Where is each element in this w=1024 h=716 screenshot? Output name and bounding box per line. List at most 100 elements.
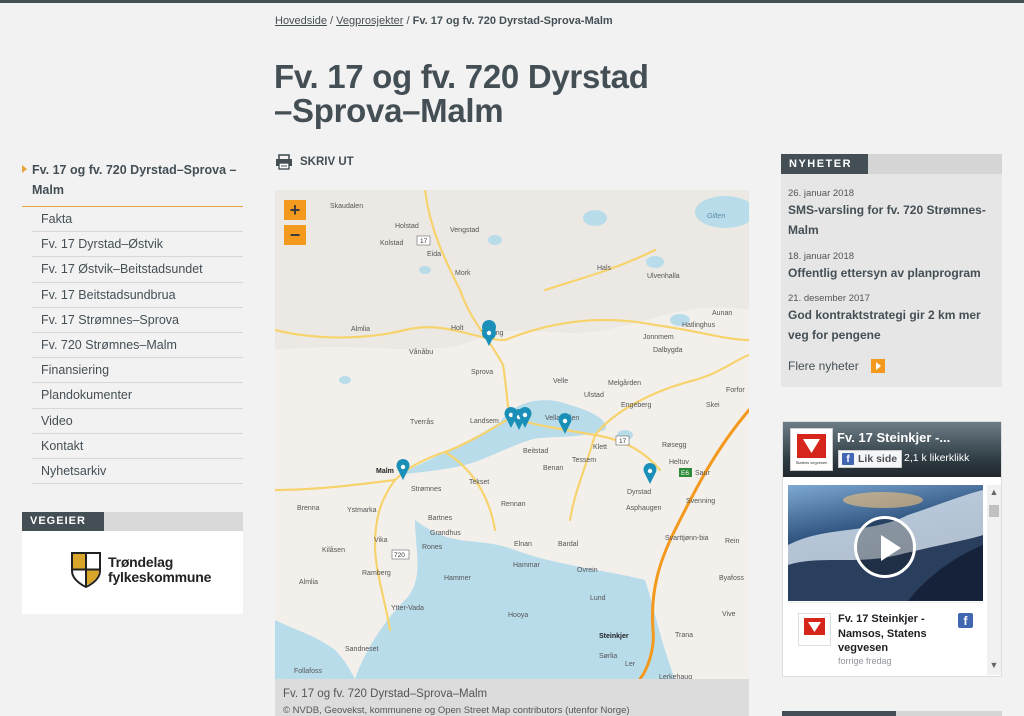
map-credit: © NVDB, Geovekst, kommunene og Open Stre… [283,705,630,716]
post-time: forrige fredag [838,656,892,666]
news-title-link[interactable]: God kontraktstrategi gir 2 km mer veg fo… [788,305,993,345]
more-news-link[interactable]: Flere nyheter [788,359,885,373]
breadcrumb-home-link[interactable]: Hovedside [275,15,327,27]
news-item[interactable]: 21. desember 2017 God kontraktstrategi g… [788,293,993,345]
project-map[interactable]: 17 17 720 E6 Skaudalen Holstad Vengstad Gil… [275,190,749,679]
road-number-720: 720 [394,552,405,559]
map-place-label: Rones [422,544,443,551]
facebook-page-widget: Statens vegvesen Fv. 17 Steinkjer -... f… [782,421,1002,677]
map-place-label: Ulvenhalla [647,273,680,280]
page-title: Fv. 17 og fv. 720 Dyrstad –Sprova–Malm [274,60,744,128]
map-place-label: Landsem [470,418,499,425]
map-place-label: Svarttjønn-bia [665,535,709,542]
map-place-label: Trana [675,632,693,639]
map-place-label: Gilten [707,213,725,220]
map-place-label: Forfor [726,387,745,394]
map-place-label: Dyrstad [627,489,651,496]
facebook-f-icon[interactable]: f [958,613,973,628]
scrollbar-thumb[interactable] [989,505,999,517]
map-place-label: Vive [722,611,736,618]
news-item[interactable]: 26. januar 2018 SMS-varsling for fv. 720… [788,188,993,240]
facebook-like-count: 2,1 k likerklikk [904,452,970,464]
facebook-post[interactable]: Fv. 17 Steinkjer - Namsos, Statens vegve… [788,602,983,672]
facebook-page-avatar[interactable]: Statens vegvesen [790,428,833,471]
statens-vegvesen-logo-icon: Statens vegvesen [796,434,827,465]
scroll-up-icon[interactable]: ▲ [987,487,1001,497]
map-place-label: Holt [451,325,464,332]
facebook-video-thumbnail[interactable] [788,485,983,601]
news-date: 26. januar 2018 [788,188,855,199]
scroll-down-icon[interactable]: ▼ [987,660,1001,670]
map-place-label: Hammer [444,575,472,582]
news-item[interactable]: 18. januar 2018 Offentlig ettersyn av pl… [788,251,993,283]
map-place-label: Svenning [686,498,715,505]
map-place-label: Skei [706,402,720,409]
nav-item-active[interactable]: Fv. 17 og fv. 720 Dyrstad–Sprova –Malm [22,157,243,207]
map-place-label: Ramberg [362,570,391,577]
map-place-label: Kolstad [380,240,403,247]
left-navigation: Fv. 17 og fv. 720 Dyrstad–Sprova –Malm F… [22,157,243,485]
map-canvas[interactable]: 17 17 720 E6 Skaudalen Holstad Vengstad Gil… [275,190,749,679]
road-number-e6: E6 [681,470,689,477]
nav-item-fakta[interactable]: Fakta [32,207,243,233]
nav-item-nyhetsarkiv[interactable]: Nyhetsarkiv [32,459,243,485]
post-title[interactable]: Fv. 17 Steinkjer - Namsos, Statens vegve… [838,612,948,656]
map-place-label: Rein [725,538,740,545]
map-place-label: Rennan [501,501,526,508]
next-section-header [782,711,1002,716]
nav-item-ostvik-beitstadsundet[interactable]: Fv. 17 Østvik–Beitstadsundet [32,257,243,283]
map-place-label: Almlia [351,326,370,333]
facebook-cover[interactable]: Statens vegvesen Fv. 17 Steinkjer -... f… [783,422,1001,477]
news-title-link[interactable]: SMS-varsling for fv. 720 Strømnes-Malm [788,200,993,240]
nav-item-kontakt[interactable]: Kontakt [32,434,243,459]
print-button[interactable]: SKRIV UT [275,154,354,170]
map-place-label: Vika [374,537,388,544]
nav-item-video[interactable]: Video [32,409,243,434]
breadcrumb-projects-link[interactable]: Vegprosjekter [336,15,403,27]
breadcrumb-separator: / [326,15,337,27]
map-place-label: Engeberg [621,402,651,409]
map-place-label: Brenna [297,505,320,512]
nav-item-finansiering[interactable]: Finansiering [32,358,243,384]
facebook-like-button[interactable]: f Lik side [838,450,903,468]
nav-item-stromnes-malm[interactable]: Fv. 720 Strømnes–Malm [32,333,243,359]
widget-scrollbar[interactable]: ▲ ▼ [987,485,1001,675]
nav-item-dyrstad-ostvik[interactable]: Fv. 17 Dyrstad–Østvik [32,232,243,258]
like-label: Lik side [858,453,898,465]
map-place-label: Ystmarka [347,507,377,514]
map-place-label: Vånåbu [409,348,433,356]
arrow-right-icon [870,359,885,373]
map-place-label: Eida [427,251,441,258]
map-place-label: Lund [590,595,606,602]
map-place-label: Tverrås [410,418,434,426]
nav-item-plandokumenter[interactable]: Plandokumenter [32,383,243,409]
news-date: 18. januar 2018 [788,251,855,262]
road-number-17: 17 [619,438,627,445]
nav-item-beitstadsundbrua[interactable]: Fv. 17 Beitstadsundbrua [32,283,243,308]
facebook-page-name[interactable]: Fv. 17 Steinkjer -... [837,430,950,445]
top-border [0,0,1024,3]
map-place-label: Strømnes [411,486,442,493]
map-place-label: Jonnmem [643,334,674,341]
zoom-out-button[interactable]: − [284,225,306,245]
map-place-label: Sprova [471,369,493,376]
zoom-in-button[interactable]: + [284,200,306,220]
map-place-label: Vengstad [450,227,479,234]
printer-icon [276,154,292,170]
vegeier-logo-box[interactable]: Trøndelag fylkeskommune [22,531,243,614]
map-place-label: Bardal [558,541,579,548]
map-place-label: Dalbygda [653,347,683,354]
news-panel: NYHETER 26. januar 2018 SMS-varsling for… [781,154,1002,387]
page-title-line: Fv. 17 og fv. 720 Dyrstad [274,58,649,95]
news-title-link[interactable]: Offentlig ettersyn av planprogram [788,263,993,283]
map-place-label: Kilåsen [322,546,345,554]
nav-item-stromnes-sprova[interactable]: Fv. 17 Strømnes–Sprova [32,308,243,333]
owner-name-line2: fylkeskommune [108,569,212,585]
breadcrumb: Hovedside / Vegprosjekter / Fv. 17 og fv… [275,15,613,27]
statens-vegvesen-logo-icon [804,618,825,635]
map-place-label: Ytter-Vada [391,605,424,612]
map-place-label: Hatlinghus [682,322,716,329]
play-icon[interactable] [854,516,916,578]
map-place-label: Asphaugen [626,505,662,512]
vegeier-header: VEGEIER [22,512,243,531]
